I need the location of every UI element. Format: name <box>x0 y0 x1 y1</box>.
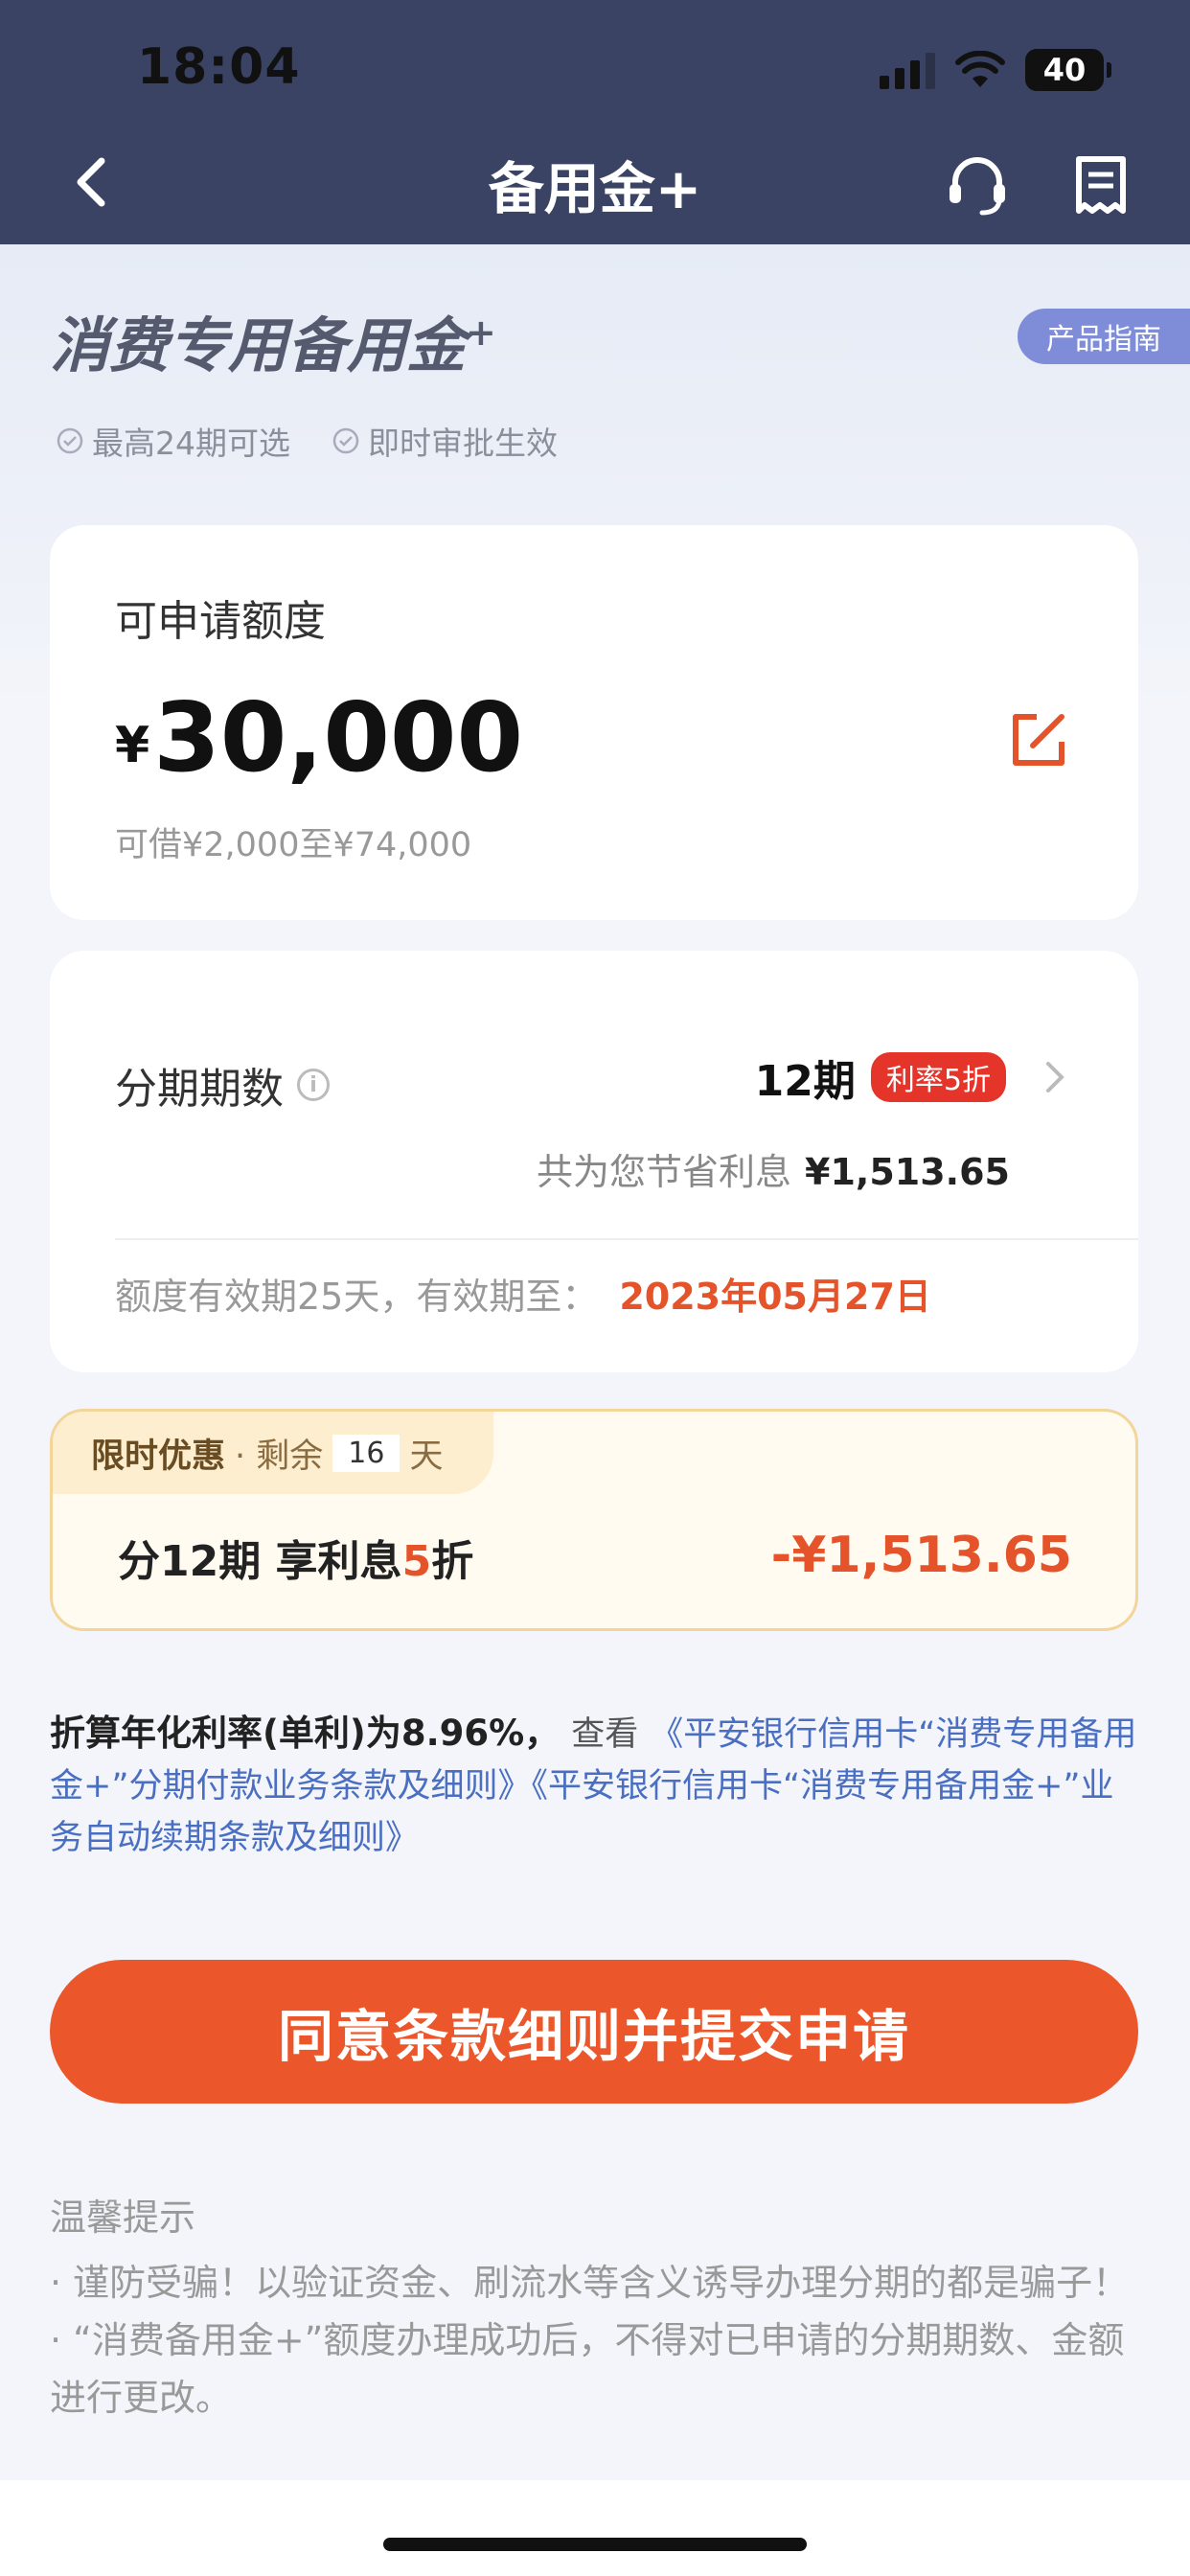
quota-label: 可申请额度 <box>115 597 326 646</box>
home-bar-area <box>0 2480 1190 2576</box>
quota-range: 可借¥2,000至¥74,000 <box>115 826 472 864</box>
edit-icon[interactable] <box>1008 709 1069 770</box>
product-guide-button[interactable]: 产品指南 <box>1018 309 1190 364</box>
tips-title: 温馨提示 <box>50 2196 196 2239</box>
tip-item: · “消费备用金+”额度办理成功后，不得对已申请的分期期数、金额进行更改。 <box>50 2319 1125 2419</box>
page-title: 备用金+ <box>488 156 702 221</box>
battery-icon: 40 <box>1025 49 1111 91</box>
annual-rate-text: 折算年化利率(单利)为8.96%， <box>50 1713 561 1754</box>
rate-discount-badge: 利率5折 <box>870 1052 1006 1102</box>
feature-label: 最高24期可选 <box>92 425 290 462</box>
promo-tag: 限时优惠 · 剩余 16 天 <box>53 1412 493 1494</box>
wifi-icon <box>955 51 1005 87</box>
check-circle-icon <box>332 427 359 454</box>
promo-description: 分12期 享利息5折 <box>118 1527 473 1588</box>
check-circle-icon <box>57 427 83 454</box>
view-label: 查看 <box>571 1715 639 1754</box>
installment-card: 分期期数 i 12期 利率5折 共为您节省利息 ¥1,513.65 额度有效期25… <box>50 951 1138 1372</box>
installment-selector[interactable]: 12期 利率5折 <box>755 1046 1069 1108</box>
promo-tag-label: 限时优惠 <box>91 1437 226 1476</box>
validity-line: 额度有效期25天，有效期至： 2023年05月27日 <box>115 1267 931 1320</box>
bill-icon[interactable] <box>1071 153 1131 217</box>
installment-label-text: 分期期数 <box>115 1065 284 1114</box>
info-icon[interactable]: i <box>297 1069 330 1101</box>
promo-desc-suffix: 折 <box>431 1537 474 1586</box>
interest-saved: 共为您节省利息 ¥1,513.65 <box>537 1142 1010 1195</box>
top-bar: 18:04 40 备用金+ <box>0 0 1190 244</box>
quota-amount-value: 30,000 <box>153 681 524 794</box>
installment-periods: 12期 <box>754 1057 856 1106</box>
validity-date: 2023年05月27日 <box>619 1276 931 1318</box>
validity-text: 额度有效期25天，有效期至： <box>115 1276 599 1318</box>
promo-desc-prefix: 分12期 享利息 <box>118 1537 402 1586</box>
terms-text: 折算年化利率(单利)为8.96%， 查看 《平安银行信用卡“消费专用备用金+”分期付… <box>50 1708 1142 1864</box>
interest-saved-text: 共为您节省利息 <box>537 1151 792 1193</box>
home-indicator[interactable] <box>383 2538 807 2551</box>
promo-remaining-label: · 剩余 <box>235 1437 324 1476</box>
quota-amount: ¥ 30,000 <box>115 690 523 786</box>
promo-card: 限时优惠 · 剩余 16 天 分12期 享利息5折 -¥1,513.65 <box>50 1409 1138 1631</box>
interest-saved-amount: ¥1,513.65 <box>805 1151 1010 1193</box>
quota-card: 可申请额度 ¥ 30,000 可借¥2,000至¥74,000 <box>50 525 1138 920</box>
status-time: 18:04 <box>137 38 301 96</box>
product-title-text: 消费专用备用金 <box>50 310 467 380</box>
customer-service-icon[interactable] <box>944 153 1011 217</box>
product-title-sup: + <box>466 311 496 354</box>
installment-label: 分期期数 i <box>115 1054 330 1116</box>
feature-label: 即时审批生效 <box>368 425 558 462</box>
status-icons: 40 <box>880 46 1111 94</box>
promo-days-unit: 天 <box>409 1437 444 1476</box>
submit-application-button[interactable]: 同意条款细则并提交申请 <box>50 1960 1138 2104</box>
currency-symbol: ¥ <box>115 717 150 774</box>
promo-desc-highlight: 5 <box>401 1537 432 1586</box>
feature-item: 即时审批生效 <box>332 418 558 464</box>
feature-item: 最高24期可选 <box>56 418 290 464</box>
tips-section: 温馨提示 · 谨防受骗！以验证资金、刷流水等含义诱导办理分期的都是骗子！ · “… <box>50 2189 1142 2426</box>
promo-days-count: 16 <box>332 1434 400 1472</box>
signal-icon <box>880 51 935 89</box>
promo-amount: -¥1,513.65 <box>770 1527 1072 1584</box>
divider <box>115 1238 1138 1240</box>
product-title: 消费专用备用金+ <box>50 297 496 383</box>
tip-item: · 谨防受骗！以验证资金、刷流水等含义诱导办理分期的都是骗子！ <box>50 2262 1130 2304</box>
chevron-right-icon <box>1046 1062 1064 1092</box>
